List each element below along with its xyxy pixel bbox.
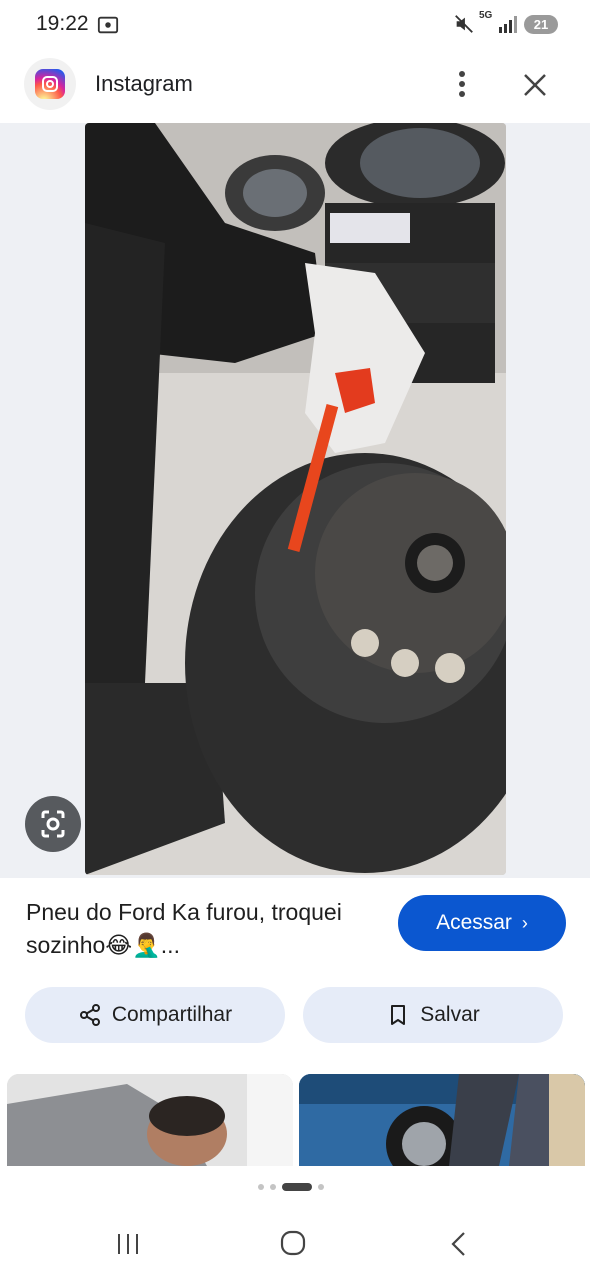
share-button[interactable]: Compartilhar: [25, 987, 285, 1043]
status-bar: 19:22 5G 21: [0, 0, 590, 50]
network-type: 5G: [479, 10, 493, 21]
screen-record-icon: [97, 16, 119, 34]
instagram-logo-icon: [35, 69, 65, 99]
share-label: Compartilhar: [111, 1003, 233, 1026]
app-header: Instagram: [0, 50, 590, 122]
close-icon[interactable]: [520, 70, 550, 100]
related-image-illustration: [7, 1074, 293, 1166]
back-icon[interactable]: [447, 1230, 471, 1258]
google-lens-icon: [41, 810, 65, 838]
related-image-2[interactable]: [299, 1074, 585, 1166]
image-viewer: [0, 123, 590, 878]
carousel-pager: [258, 1183, 324, 1191]
mute-icon: [455, 15, 473, 33]
pager-dot-active: [282, 1183, 312, 1191]
system-nav-bar: [0, 1206, 590, 1280]
page-title: Instagram: [95, 71, 193, 96]
tire-photo-illustration: [85, 123, 506, 875]
related-image-illustration: [299, 1074, 585, 1166]
google-lens-button[interactable]: [25, 796, 81, 852]
home-icon[interactable]: [279, 1229, 307, 1257]
pager-dot: [258, 1184, 264, 1190]
visit-button-label: Acessar: [436, 911, 512, 934]
visit-button[interactable]: Acessar ›: [398, 895, 566, 951]
share-icon: [79, 1004, 100, 1026]
pager-dot: [318, 1184, 324, 1190]
recent-apps-icon[interactable]: [114, 1231, 142, 1257]
battery-icon: 21: [524, 15, 558, 34]
main-photo[interactable]: [85, 123, 506, 875]
bookmark-icon: [391, 1005, 406, 1025]
related-image-1[interactable]: [7, 1074, 293, 1166]
signal-icon: [499, 16, 517, 33]
chevron-right-icon: ›: [521, 913, 528, 933]
save-label: Salvar: [420, 1003, 480, 1026]
more-vertical-icon[interactable]: [448, 68, 476, 100]
app-logo: [24, 58, 76, 110]
save-button[interactable]: Salvar: [303, 987, 563, 1043]
status-time: 19:22: [36, 12, 89, 35]
pager-dot: [270, 1184, 276, 1190]
post-title: Pneu do Ford Ka furou, troquei sozinho😂🤦…: [26, 899, 342, 958]
